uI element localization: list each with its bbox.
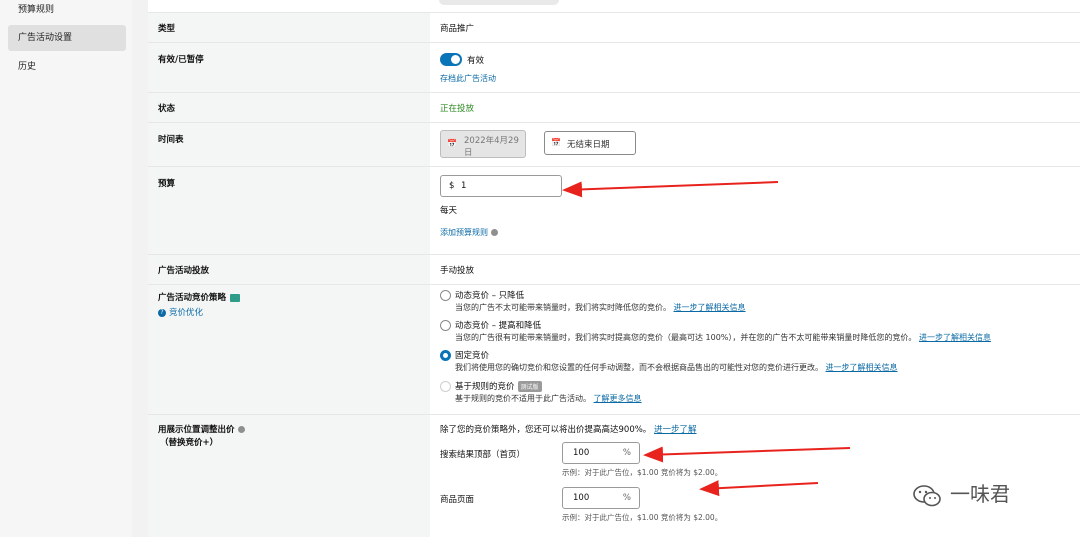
targeting-value: 手动投放 [440, 266, 475, 276]
option-dynamic-down-desc: 当您的广告不太可能带来销量时，我们将实时降低您的竞价。 进一步了解相关信息 [455, 303, 746, 312]
bid-optimization-link[interactable]: ? 竞价优化 [158, 306, 203, 318]
option-dynamic-up-down-title: 动态竞价 – 提高和降低 [455, 321, 542, 331]
app-root: 预算规则 广告活动设置 历史 类型 商品推广 有效/已暂停 有效 存档此广告活动… [0, 0, 1080, 537]
product-page-value: 100 [573, 493, 590, 503]
option-dynamic-up-down-desc: 当您的广告很有可能带来销量时，我们将实时提高您的竞价（最高可达 100%），并在… [455, 333, 991, 342]
targeting-label: 广告活动投放 [158, 266, 210, 276]
product-page-input[interactable]: 100 % [562, 487, 640, 509]
row-active: 有效/已暂停 有效 存档此广告活动 [148, 42, 1080, 92]
row-schedule: 时间表 📅 2022年4月29 日 📅 无结束日期 [148, 122, 1080, 166]
cropped-control [439, 0, 559, 5]
beta-badge: 测试版 [517, 381, 542, 392]
row-budget: 预算 $ 1 每天 添加预算规则 [148, 166, 1080, 254]
add-budget-rule-text: 添加预算规则 [440, 228, 488, 237]
learn-more-link[interactable]: 进一步了解相关信息 [674, 303, 746, 312]
top-of-search-example: 示例：对于此广告位，$1.00 竞价将为 $2.00。 [562, 468, 723, 477]
toggle-text: 有效 [467, 56, 485, 66]
budget-value: 1 [461, 181, 467, 191]
option-dynamic-down-title: 动态竞价 – 只降低 [455, 291, 525, 301]
row-type: 类型 商品推广 [148, 12, 1080, 42]
top-of-search-label: 搜索结果顶部（首页） [440, 450, 526, 460]
option-fixed-bids-title: 固定竞价 [455, 351, 490, 361]
type-label: 类型 [158, 24, 176, 34]
product-page-label: 商品页面 [440, 495, 475, 505]
info-icon [491, 229, 498, 236]
type-value: 商品推广 [440, 24, 475, 34]
percent-sign: % [622, 493, 631, 503]
watermark-text: 一味君 [950, 482, 1010, 506]
start-date-line2: 日 [464, 148, 473, 158]
start-date-line1: 2022年4月29 [464, 136, 519, 146]
sidebar-item-campaign-settings[interactable]: 广告活动设置 [8, 25, 126, 51]
option-rule-based-desc: 基于规则的竞价不适用于此广告活动。 了解更多信息 [455, 394, 642, 403]
currency-symbol: $ [449, 181, 455, 191]
settings-panel: 类型 商品推广 有效/已暂停 有效 存档此广告活动 状态 正在投放 时间表 📅 … [148, 0, 1080, 537]
budget-label: 预算 [158, 179, 176, 189]
archive-campaign-link[interactable]: 存档此广告活动 [440, 73, 496, 84]
placement-sublabel: （替换竞价+） [160, 438, 219, 448]
sidebar-item-history[interactable]: 历史 [8, 54, 126, 80]
add-budget-rule-link[interactable]: 添加预算规则 [440, 227, 498, 238]
schedule-label: 时间表 [158, 135, 184, 145]
top-of-search-input[interactable]: 100 % [562, 442, 640, 464]
active-toggle[interactable] [440, 53, 462, 66]
placement-intro: 除了您的竞价策略外，您还可以将出价提高高达900%。 进一步了解 [440, 425, 697, 435]
calendar-icon: 📅 [447, 139, 457, 148]
top-of-search-value: 100 [573, 448, 590, 458]
new-badge-icon [230, 293, 241, 302]
row-status: 状态 正在投放 [148, 92, 1080, 122]
learn-more-link[interactable]: 进一步了解 [654, 425, 697, 435]
radio-fixed-bids[interactable] [440, 350, 451, 361]
budget-input[interactable]: $ 1 [440, 175, 562, 197]
row-placement-adjust: 用展示位置调整出价 （替换竞价+） 除了您的竞价策略外，您还可以将出价提高高达9… [148, 414, 1080, 537]
placement-label: 用展示位置调整出价 [158, 423, 245, 435]
budget-period: 每天 [440, 206, 458, 216]
radio-dynamic-up-down[interactable] [440, 320, 451, 331]
option-rule-based-title: 基于规则的竞价 测试版 [455, 380, 542, 392]
status-label: 状态 [158, 104, 176, 114]
bidding-strategy-label: 广告活动竞价策略 [158, 291, 241, 303]
start-date-button[interactable]: 📅 2022年4月29 日 [440, 130, 526, 158]
calendar-icon: 📅 [551, 138, 561, 147]
option-fixed-bids-desc: 我们将使用您的确切竞价和您设置的任何手动调整，而不会根据商品售出的可能性对您的竞… [455, 363, 898, 372]
wechat-icon [913, 484, 941, 506]
info-icon [237, 426, 245, 433]
learn-more-link[interactable]: 进一步了解相关信息 [826, 363, 898, 372]
sidebar: 预算规则 广告活动设置 历史 [0, 0, 132, 537]
status-value: 正在投放 [440, 104, 475, 114]
row-targeting: 广告活动投放 手动投放 [148, 254, 1080, 284]
row-bidding-strategy: 广告活动竞价策略 ? 竞价优化 动态竞价 – 只降低 当您的广告不太可能带来销量时… [148, 284, 1080, 414]
end-date-value: 无结束日期 [567, 140, 610, 150]
sidebar-item-budget-rules[interactable]: 预算规则 [8, 0, 126, 23]
help-icon: ? [158, 308, 166, 317]
learn-more-link[interactable]: 进一步了解相关信息 [919, 333, 991, 342]
end-date-button[interactable]: 📅 无结束日期 [544, 131, 636, 155]
percent-sign: % [622, 448, 631, 458]
radio-dynamic-down[interactable] [440, 290, 451, 301]
watermark: 一味君 [912, 478, 1010, 508]
learn-more-link[interactable]: 了解更多信息 [594, 394, 642, 403]
product-page-example: 示例：对于此广告位，$1.00 竞价将为 $2.00。 [562, 513, 723, 522]
active-label: 有效/已暂停 [158, 55, 204, 65]
radio-rule-based[interactable] [440, 381, 451, 392]
